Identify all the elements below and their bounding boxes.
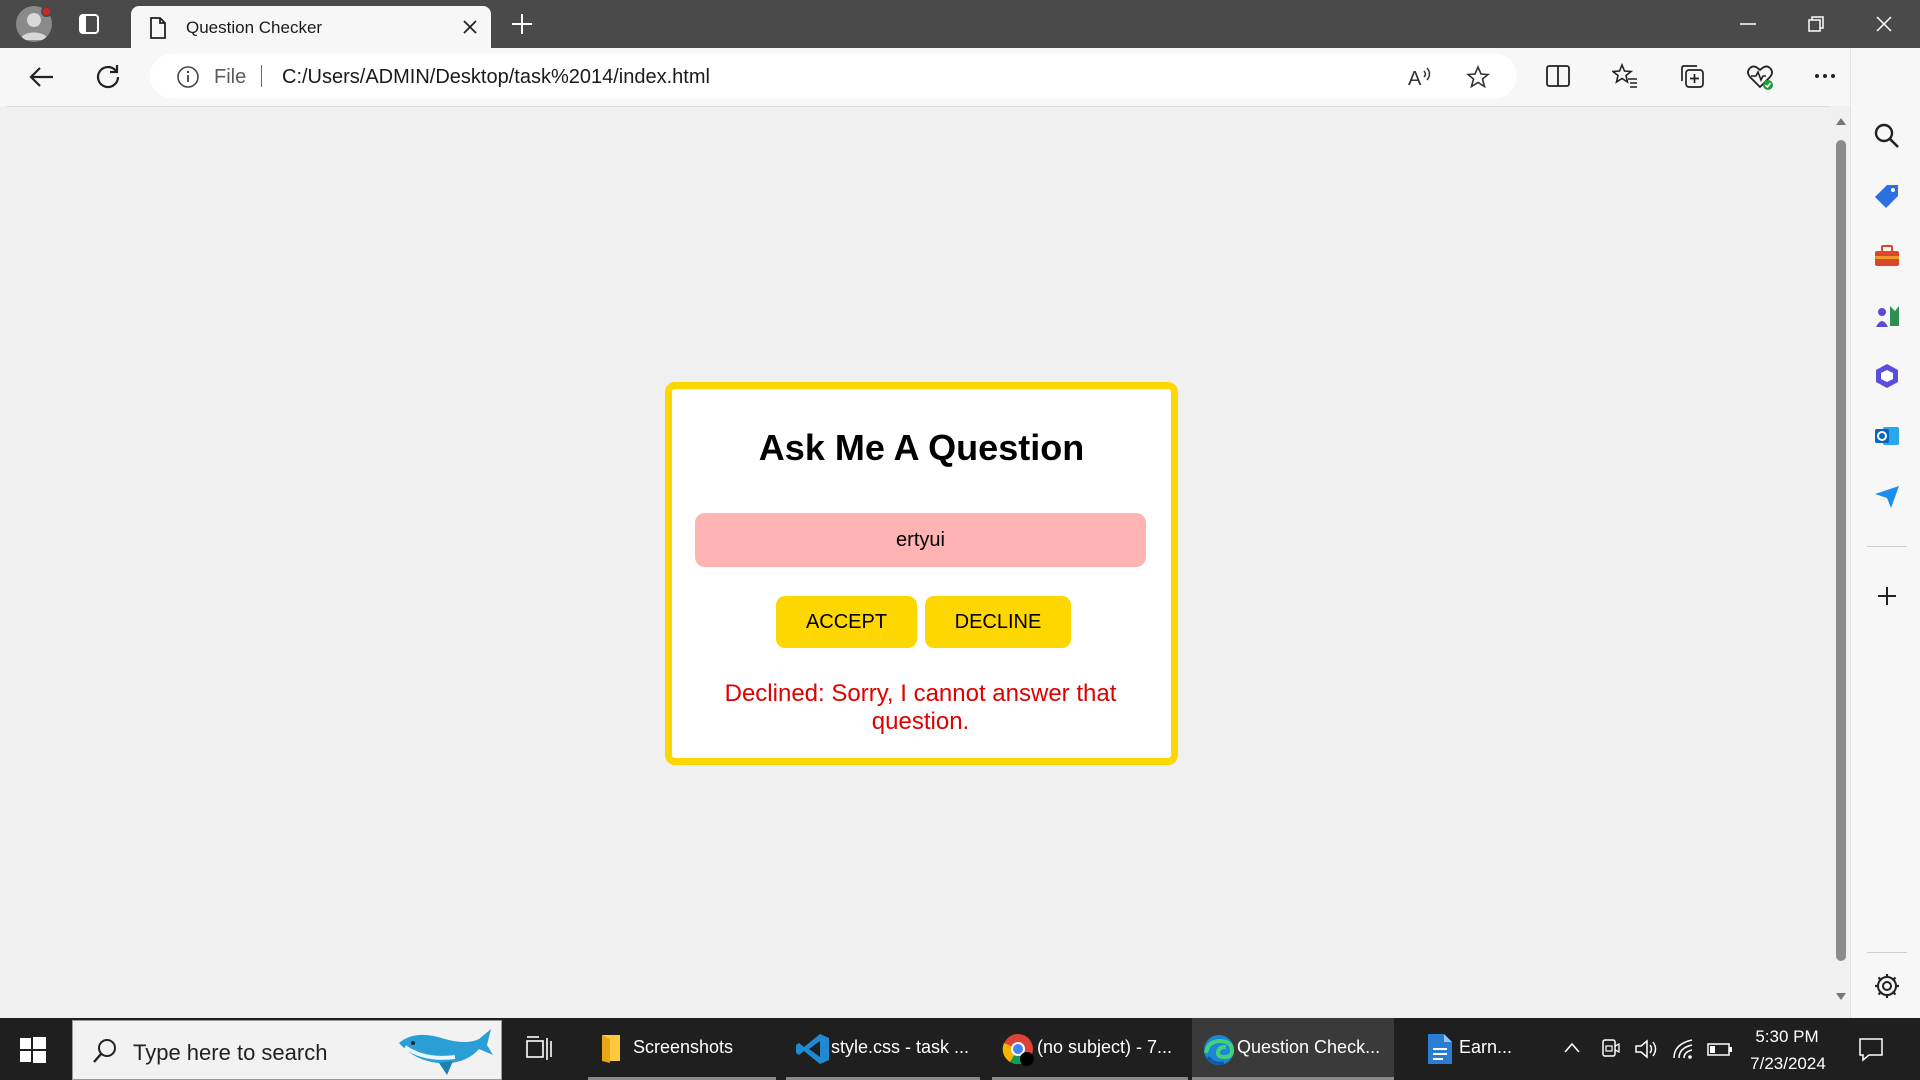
restore-icon[interactable] (1806, 14, 1826, 34)
result-message: Declined: Sorry, I cannot answer that qu… (724, 680, 1117, 735)
app-label: (no subject) - 7... (1037, 1037, 1173, 1057)
page-viewport: Ask Me A Question ACCEPT DECLINE Decline… (6, 106, 1830, 1018)
search-icon[interactable] (1873, 122, 1901, 150)
back-arrow-icon[interactable] (28, 63, 56, 91)
close-window-icon[interactable] (1874, 14, 1894, 34)
notification-icon[interactable] (1858, 1036, 1884, 1062)
send-icon[interactable] (1873, 482, 1901, 510)
address-bar[interactable]: File C:/Users/ADMIN/Desktop/task%2014/in… (150, 54, 1517, 98)
url-text[interactable]: C:/Users/ADMIN/Desktop/task%2014/index.h… (282, 66, 710, 89)
taskbar-app-chrome[interactable]: (no subject) - 7... (992, 1018, 1188, 1080)
edge-sidebar (1850, 48, 1920, 1018)
microsoft-365-icon[interactable] (1873, 362, 1901, 390)
tab-question-checker[interactable]: Question Checker (131, 6, 491, 48)
clock-time[interactable]: 5:30 PM (1747, 1027, 1827, 1047)
vertical-scrollbar[interactable] (1831, 106, 1850, 1018)
search-placeholder: Type here to search (133, 1040, 328, 1065)
notification-dot (41, 6, 52, 17)
favorites-icon[interactable] (1612, 63, 1638, 89)
app-label: Question Check... (1237, 1037, 1381, 1057)
add-icon[interactable] (1873, 582, 1901, 610)
scroll-up-arrow-icon[interactable] (1835, 116, 1847, 126)
vscode-icon (796, 1033, 830, 1065)
accept-button[interactable]: ACCEPT (776, 596, 917, 648)
page-title: Ask Me A Question (758, 427, 1085, 468)
split-screen-icon[interactable] (1545, 63, 1571, 89)
new-tab-icon[interactable] (510, 12, 534, 36)
tools-icon[interactable] (1873, 242, 1901, 270)
more-options-icon[interactable] (1812, 63, 1838, 89)
app-label: Screenshots (633, 1037, 734, 1057)
windows-start-icon[interactable] (20, 1037, 46, 1063)
browser-titlebar: Question Checker (0, 0, 1920, 48)
edge-icon (1202, 1033, 1236, 1067)
speaker-icon[interactable] (1634, 1038, 1660, 1060)
favorite-star-icon[interactable] (1466, 65, 1490, 89)
folder-icon (598, 1033, 624, 1063)
scroll-thumb[interactable] (1836, 140, 1846, 961)
refresh-icon[interactable] (94, 63, 122, 91)
outlook-icon[interactable] (1873, 422, 1901, 450)
battery-icon[interactable] (1706, 1038, 1734, 1060)
gear-icon[interactable] (1873, 972, 1901, 1000)
wifi-icon[interactable] (1672, 1038, 1696, 1060)
minimize-icon[interactable] (1738, 14, 1758, 34)
browser-essentials-icon[interactable] (1746, 63, 1774, 91)
scheme-label: File (214, 66, 247, 88)
taskbar-app-vscode[interactable]: style.css - task ... (786, 1018, 980, 1080)
taskbar-app-edge[interactable]: Question Check... (1192, 1018, 1394, 1080)
address-separator (261, 65, 262, 87)
svg-text:A: A (1408, 68, 1422, 89)
windows-taskbar: Type here to search Screenshots style.cs… (0, 1018, 1920, 1080)
chevron-up-icon[interactable] (1562, 1038, 1582, 1058)
meet-now-icon[interactable] (1600, 1038, 1620, 1060)
sidebar-divider (1867, 952, 1907, 953)
decline-button[interactable]: DECLINE (925, 596, 1071, 648)
question-card: Ask Me A Question ACCEPT DECLINE Decline… (665, 382, 1178, 765)
collections-icon[interactable] (1679, 63, 1705, 89)
question-input[interactable] (695, 513, 1146, 567)
app-label: style.css - task ... (831, 1037, 970, 1057)
tab-actions-icon[interactable] (77, 12, 101, 36)
whale-illustration-icon (395, 1025, 495, 1077)
taskbar-app-screenshots[interactable]: Screenshots (588, 1018, 776, 1080)
chrome-icon (1002, 1033, 1036, 1067)
clock-date[interactable]: 7/23/2024 (1738, 1054, 1838, 1074)
games-icon[interactable] (1873, 302, 1901, 330)
tab-title: Question Checker (186, 18, 323, 37)
taskbar-app-document[interactable]: Earn... (1414, 1018, 1536, 1080)
browser-toolbar: File C:/Users/ADMIN/Desktop/task%2014/in… (0, 48, 1920, 106)
page-icon (149, 17, 167, 39)
sidebar-divider (1867, 546, 1907, 547)
taskbar-search-box[interactable]: Type here to search (72, 1020, 502, 1080)
close-tab-icon[interactable] (461, 18, 479, 36)
shopping-tag-icon[interactable] (1873, 182, 1901, 210)
scroll-down-arrow-icon[interactable] (1835, 992, 1847, 1002)
document-icon (1424, 1033, 1454, 1065)
search-icon (91, 1037, 119, 1065)
app-label: Earn... (1459, 1037, 1513, 1057)
site-info-icon[interactable] (176, 65, 200, 89)
read-aloud-icon[interactable]: A (1407, 65, 1433, 89)
task-view-icon[interactable] (525, 1036, 553, 1062)
